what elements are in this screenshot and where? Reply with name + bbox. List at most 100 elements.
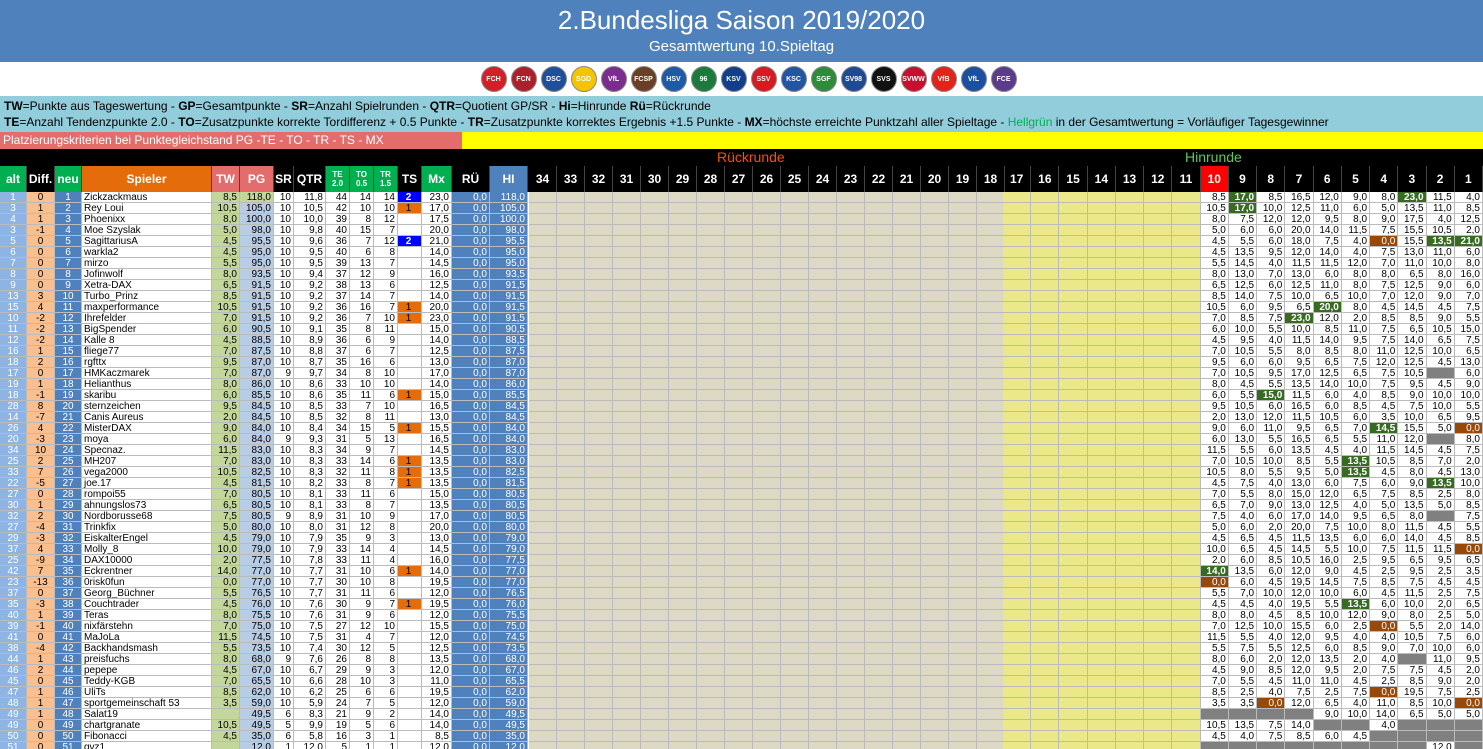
header-tw[interactable]: TW xyxy=(212,166,240,192)
cell-spieler[interactable]: sternzeichen xyxy=(82,401,212,412)
cell-hr-day: 5,5 xyxy=(1313,456,1342,467)
cell-spieler[interactable]: sportgemeinschaft 53 xyxy=(82,698,212,709)
cell-spieler[interactable]: joe.17 xyxy=(82,478,212,489)
cell-hr-day: 9,5 xyxy=(1285,357,1314,368)
cell-spieler[interactable]: UliTs xyxy=(82,687,212,698)
cell-spieler[interactable]: Teras xyxy=(82,610,212,621)
cell-spieler[interactable]: Couchtrader xyxy=(82,599,212,610)
cell-hr-day xyxy=(1003,588,1032,599)
cell-spieler[interactable]: gvz1 xyxy=(82,742,212,749)
cell-spieler[interactable]: 0risk0fun xyxy=(82,577,212,588)
cell-rr-day xyxy=(781,390,809,401)
cell-rr-day xyxy=(697,632,725,643)
cell-spieler[interactable]: moya xyxy=(82,434,212,445)
cell-hr-day: 7,0 xyxy=(1426,456,1455,467)
cell-spieler[interactable]: SagittariusA xyxy=(82,236,212,247)
cell-spieler[interactable]: MH207 xyxy=(82,456,212,467)
cell-to: 10 xyxy=(350,577,374,588)
cell-spieler[interactable]: Phoenixx xyxy=(82,214,212,225)
cell-diff: -2 xyxy=(27,335,55,346)
cell-spieler[interactable]: mirzo xyxy=(82,258,212,269)
header-alt[interactable]: alt xyxy=(0,166,27,192)
cell-tr: 6 xyxy=(374,456,398,467)
cell-spieler[interactable]: Moe Szyslak xyxy=(82,225,212,236)
header-tr[interactable]: TR 1.5 xyxy=(374,166,398,192)
cell-spieler[interactable]: vega2000 xyxy=(82,467,212,478)
header-spieler[interactable]: Spieler xyxy=(82,166,212,192)
cell-spieler[interactable]: maxperformance xyxy=(82,302,212,313)
header-hi[interactable]: HI xyxy=(490,166,528,192)
header-neu[interactable]: neu xyxy=(55,166,82,192)
cell-hr-day xyxy=(1003,610,1032,621)
cell-spieler[interactable]: rgfttx xyxy=(82,357,212,368)
cell-spieler[interactable]: Zickzackmaus xyxy=(82,192,212,203)
legend-text: =Punkte aus Tageswertung - xyxy=(22,99,179,113)
cell-spieler[interactable]: Molly_8 xyxy=(82,544,212,555)
cell-rr-day xyxy=(977,643,1005,654)
cell-spieler[interactable]: Specnaz. xyxy=(82,445,212,456)
cell-spieler[interactable]: skaribu xyxy=(82,390,212,401)
cell-rr-day xyxy=(977,214,1005,225)
cell-spieler[interactable]: Fibonacci xyxy=(82,731,212,742)
cell-spieler[interactable]: ahnungslos73 xyxy=(82,500,212,511)
cell-spieler[interactable]: Eckrentner xyxy=(82,566,212,577)
cell-spieler[interactable]: Kalle 8 xyxy=(82,335,212,346)
header-diff[interactable]: Diff. xyxy=(27,166,55,192)
cell-to: 12 xyxy=(350,643,374,654)
cell-spieler[interactable]: MisterDAX xyxy=(82,423,212,434)
cell-spieler[interactable]: Trinkfix xyxy=(82,522,212,533)
cell-hr-day: 7,5 xyxy=(1228,478,1258,489)
cell-spieler[interactable]: chartgranate xyxy=(82,720,212,731)
cell-spieler[interactable]: Salat19 xyxy=(82,709,212,720)
cell-spieler[interactable]: rompoi55 xyxy=(82,489,212,500)
header-rr-day: 26 xyxy=(753,166,781,192)
cell-rr-day xyxy=(613,489,641,500)
header-qtr[interactable]: QTR xyxy=(294,166,326,192)
cell-hr-day: 4,5 xyxy=(1426,577,1455,588)
cell-spieler[interactable]: Ihrefelder xyxy=(82,313,212,324)
cell-spieler[interactable]: DAX10000 xyxy=(82,555,212,566)
cell-spieler[interactable]: fliege77 xyxy=(82,346,212,357)
cell-spieler[interactable]: EiskalterEngel xyxy=(82,533,212,544)
cell-ru: 0,0 xyxy=(452,731,490,742)
cell-rr-day xyxy=(781,610,809,621)
cell-spieler[interactable]: pepepe xyxy=(82,665,212,676)
cell-spieler[interactable]: nixfärstehn xyxy=(82,621,212,632)
header-hr-day: 13 xyxy=(1116,166,1145,192)
header-te[interactable]: TE 2.0 xyxy=(326,166,350,192)
cell-spieler[interactable]: Backhandsmash xyxy=(82,643,212,654)
cell-rr-day xyxy=(529,720,557,731)
header-to[interactable]: TO 0.5 xyxy=(350,166,374,192)
cell-spieler[interactable]: HMKaczmarek xyxy=(82,368,212,379)
cell-rr-day xyxy=(529,434,557,445)
header-sr[interactable]: SR xyxy=(274,166,294,192)
cell-spieler[interactable]: MaJoLa xyxy=(82,632,212,643)
cell-spieler[interactable]: Teddy-KGB xyxy=(82,676,212,687)
cell-rr-day xyxy=(557,225,585,236)
cell-spieler[interactable]: Georg_Büchner xyxy=(82,588,212,599)
cell-alt: 20 xyxy=(0,434,27,445)
cell-spieler[interactable]: Jofinwolf xyxy=(82,269,212,280)
cell-hr-day: 9,5 xyxy=(1398,379,1427,390)
cell-hr-day xyxy=(1115,489,1145,500)
cell-rr-day xyxy=(865,599,893,610)
cell-spieler[interactable]: Helianthus xyxy=(82,379,212,390)
header-ru[interactable]: RÜ xyxy=(452,166,490,192)
cell-spieler[interactable]: Nordborusse68 xyxy=(82,511,212,522)
cell-qtr: 6,6 xyxy=(294,676,326,687)
cell-spieler[interactable]: Turbo_Prinz xyxy=(82,291,212,302)
cell-spieler[interactable]: preisfuchs xyxy=(82,654,212,665)
cell-rr-day xyxy=(809,720,837,731)
cell-hr-day xyxy=(1059,621,1088,632)
cell-spieler[interactable]: warkla2 xyxy=(82,247,212,258)
header-mx[interactable]: Mx xyxy=(422,166,452,192)
cell-mx: 19,5 xyxy=(422,687,452,698)
header-pg[interactable]: PG xyxy=(240,166,274,192)
cell-spieler[interactable]: Canis Aureus xyxy=(82,412,212,423)
cell-spieler[interactable]: Rey Loui xyxy=(82,203,212,214)
cell-spieler[interactable]: Xetra-DAX xyxy=(82,280,212,291)
cell-hr-day: 9,0 xyxy=(1257,500,1286,511)
cell-rr-day xyxy=(949,302,977,313)
cell-spieler[interactable]: BigSpender xyxy=(82,324,212,335)
header-ts[interactable]: TS xyxy=(398,166,422,192)
